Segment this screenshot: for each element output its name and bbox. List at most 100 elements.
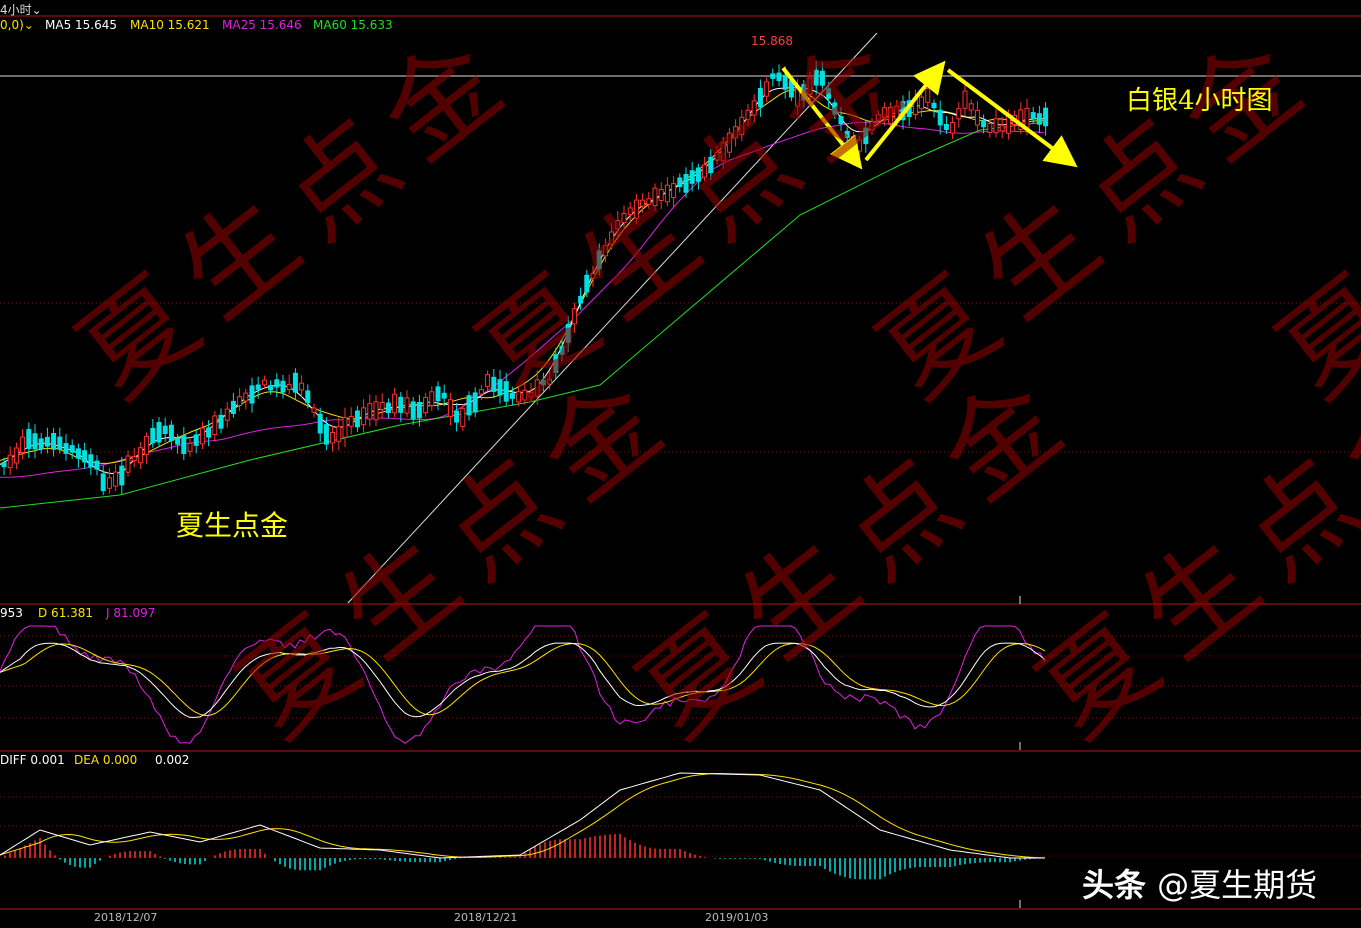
candle-body <box>354 410 360 428</box>
candle-body <box>119 465 125 486</box>
candle-body <box>819 70 825 86</box>
candle-body <box>1024 108 1030 128</box>
candle-body <box>280 380 286 393</box>
candle-body <box>751 100 757 116</box>
candle-body <box>987 123 993 133</box>
kdj-k-label: 953 <box>0 606 23 620</box>
ma5-label: MA5 15.645 <box>45 18 117 32</box>
candle-body <box>782 74 788 90</box>
candle-body <box>305 390 311 404</box>
candle-body <box>299 382 305 391</box>
chart-window: 夏生点金 夏生点金 夏生点金 夏生点金 夏生点金 夏生点金 夏生点金 4小时⌄ … <box>0 0 1361 928</box>
candle-body <box>745 109 751 120</box>
x-tick-label: 2018/12/21 <box>454 911 518 924</box>
macd-value-label: 0.002 <box>155 753 190 767</box>
candle-body <box>714 152 720 161</box>
candle-body <box>212 415 218 436</box>
candle-body <box>199 427 205 445</box>
candle-body <box>94 460 100 470</box>
ma10-label: MA10 15.621 <box>130 18 210 32</box>
candle-body <box>826 88 832 99</box>
candle-body <box>813 69 819 86</box>
candle-body <box>881 107 887 119</box>
candle-body <box>664 184 670 203</box>
candle-body <box>553 354 559 373</box>
candle-body <box>261 379 267 386</box>
candle-body <box>323 424 329 445</box>
candle-body <box>571 308 577 325</box>
candle-body <box>348 416 354 427</box>
candle-body <box>547 379 553 385</box>
period-selector[interactable]: 4小时⌄ <box>0 1 42 18</box>
candle-body <box>602 245 608 257</box>
ma25-label: MA25 15.646 <box>222 18 302 32</box>
ma60-line <box>0 121 1046 509</box>
candle-body <box>764 81 770 97</box>
candle-body <box>63 443 69 454</box>
candle-body <box>925 88 931 103</box>
candle-body <box>88 454 94 468</box>
candle-body <box>26 429 32 449</box>
candle-body <box>528 391 534 398</box>
candle-body <box>13 447 19 464</box>
brand-label: 夏生点金 <box>176 509 289 542</box>
candle-body <box>317 413 323 434</box>
candle-body <box>633 199 639 219</box>
kdj-j-label: J 81.097 <box>106 606 156 620</box>
candle-body <box>875 114 881 121</box>
trend-line <box>347 32 878 604</box>
candle-body <box>255 384 261 390</box>
kdj-d-label: D 61.381 <box>38 606 94 620</box>
candle-body <box>466 395 472 416</box>
candle-body <box>838 116 844 125</box>
candle-body <box>869 121 875 131</box>
candle-body <box>689 170 695 184</box>
candle-body <box>857 139 863 152</box>
candle-body <box>652 187 658 207</box>
candle-body <box>478 389 484 395</box>
candle-body <box>404 397 410 414</box>
candle-body <box>850 136 856 155</box>
candle-body <box>844 130 850 138</box>
candle-body <box>423 396 429 414</box>
candle-body <box>20 436 26 453</box>
candle-body <box>57 436 63 450</box>
candle-body <box>472 392 478 413</box>
candle-body <box>615 220 621 230</box>
chart-canvas[interactable] <box>0 0 1361 928</box>
candle-body <box>720 142 726 162</box>
candle-body <box>695 167 701 182</box>
candle-body <box>429 391 435 407</box>
candle-body <box>268 385 274 391</box>
candle-body <box>156 422 162 443</box>
ma-param-selector[interactable]: 0,0)⌄ <box>0 18 34 32</box>
candle-body <box>137 447 143 464</box>
candle-body <box>385 402 391 414</box>
kdj-j-line <box>0 625 1046 745</box>
candle-body <box>69 445 75 453</box>
ma60-label: MA60 15.633 <box>313 18 393 32</box>
macd-dea-line <box>0 773 1046 859</box>
candle-body <box>708 156 714 174</box>
candle-body <box>974 109 980 126</box>
candle-body <box>646 198 652 205</box>
candle-body <box>75 448 81 459</box>
candle-body <box>361 407 367 426</box>
candle-body <box>38 438 44 450</box>
candle-body <box>367 403 373 420</box>
candle-body <box>950 122 956 134</box>
candle-body <box>485 374 491 387</box>
candle-body <box>757 88 763 108</box>
candle-body <box>509 392 515 399</box>
candle-body <box>968 103 974 111</box>
candle-body <box>888 106 894 124</box>
candle-body <box>144 435 150 456</box>
candle-body <box>981 119 987 128</box>
candle-body <box>522 389 528 401</box>
candle-body <box>702 164 708 178</box>
x-tick-label: 2018/12/07 <box>94 911 158 924</box>
candle-body <box>162 425 168 435</box>
trend-arrow <box>781 66 863 170</box>
candle-body <box>373 401 379 421</box>
candle-body <box>274 379 280 388</box>
